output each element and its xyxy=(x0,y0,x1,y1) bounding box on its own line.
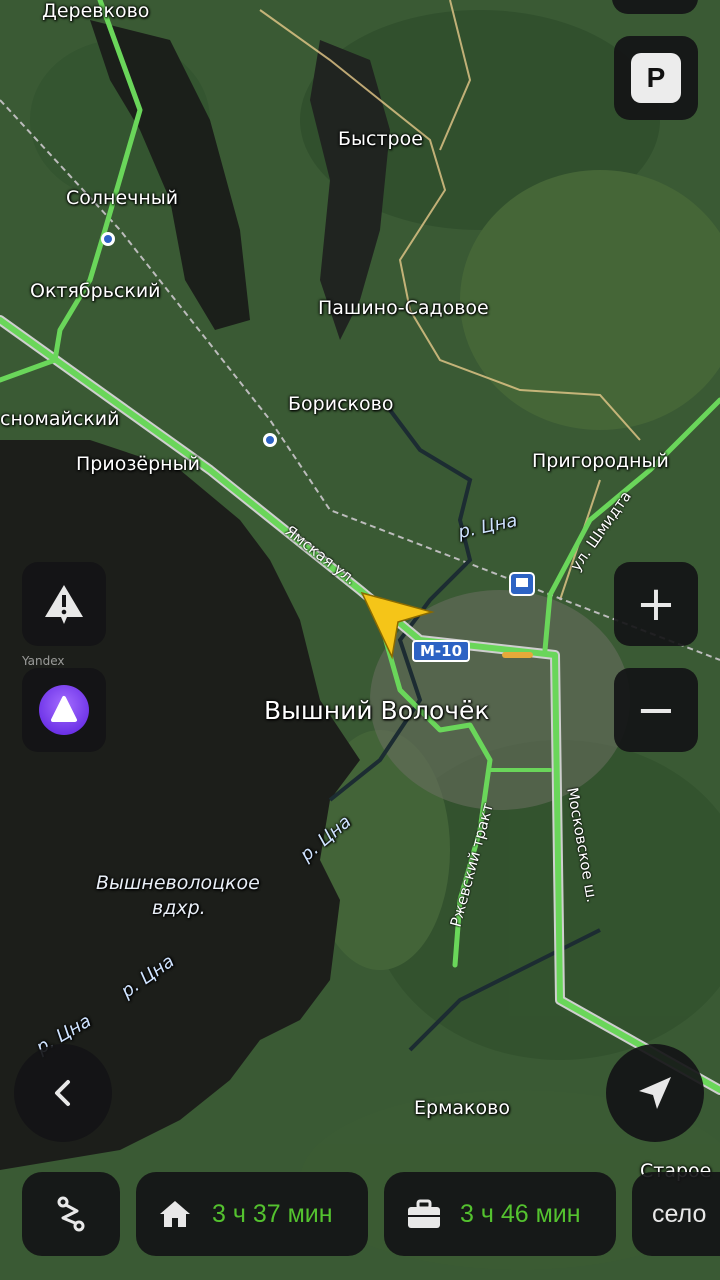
zoom-out-button[interactable]: − xyxy=(614,668,698,752)
home-eta-text: 3 ч 37 мин xyxy=(212,1199,333,1228)
work-eta-text: 3 ч 46 мин xyxy=(460,1199,581,1228)
route-button[interactable] xyxy=(22,1172,120,1256)
route-icon xyxy=(57,1196,85,1232)
saved-place-text: село xyxy=(652,1199,707,1228)
work-eta-button[interactable]: 3 ч 46 мин xyxy=(384,1172,616,1256)
lake-label-line2: вдхр. xyxy=(152,897,206,919)
place-krasnomaisky: сномайский xyxy=(0,408,120,430)
place-solnechny: Солнечный xyxy=(66,187,179,209)
back-button[interactable] xyxy=(14,1044,112,1142)
saved-place-button[interactable]: село xyxy=(632,1172,720,1256)
road-shield-m10: М-10 xyxy=(412,640,471,662)
place-bystroe: Быстрое xyxy=(338,128,423,150)
parking-icon: P xyxy=(631,53,681,103)
parking-button[interactable]: P xyxy=(614,36,698,120)
place-prigorodny: Пригородный xyxy=(532,450,669,472)
place-ermakovo: Ермаково xyxy=(414,1097,510,1119)
bus-stop-icon xyxy=(509,572,535,596)
place-derevkovo: Деревково xyxy=(42,0,150,22)
yandex-watermark: Yandex xyxy=(22,654,65,668)
place-pashino: Пашино-Садовое xyxy=(318,297,489,319)
place-borisk: Борисково xyxy=(288,393,394,415)
chevron-left-icon xyxy=(55,1080,70,1106)
briefcase-icon xyxy=(408,1199,440,1228)
warning-icon xyxy=(45,585,83,624)
top-partial-button[interactable] xyxy=(612,0,698,14)
home-icon xyxy=(160,1201,190,1227)
location-arrow-icon xyxy=(639,1077,671,1109)
plus-icon: + xyxy=(635,576,677,632)
my-location-button[interactable] xyxy=(606,1044,704,1142)
report-event-button[interactable] xyxy=(22,562,106,646)
place-priozerny: Приозёрный xyxy=(76,453,200,475)
zoom-in-button[interactable]: + xyxy=(614,562,698,646)
alice-icon xyxy=(39,685,89,735)
place-oktyabrsky: Октябрьский xyxy=(30,280,161,302)
minus-icon: − xyxy=(635,682,677,738)
lake-label-line1: Вышневолоцкое xyxy=(96,872,260,894)
alice-assistant-button[interactable] xyxy=(22,668,106,752)
home-eta-button[interactable]: 3 ч 37 мин xyxy=(136,1172,368,1256)
place-city: Вышний Волочёк xyxy=(264,696,490,725)
